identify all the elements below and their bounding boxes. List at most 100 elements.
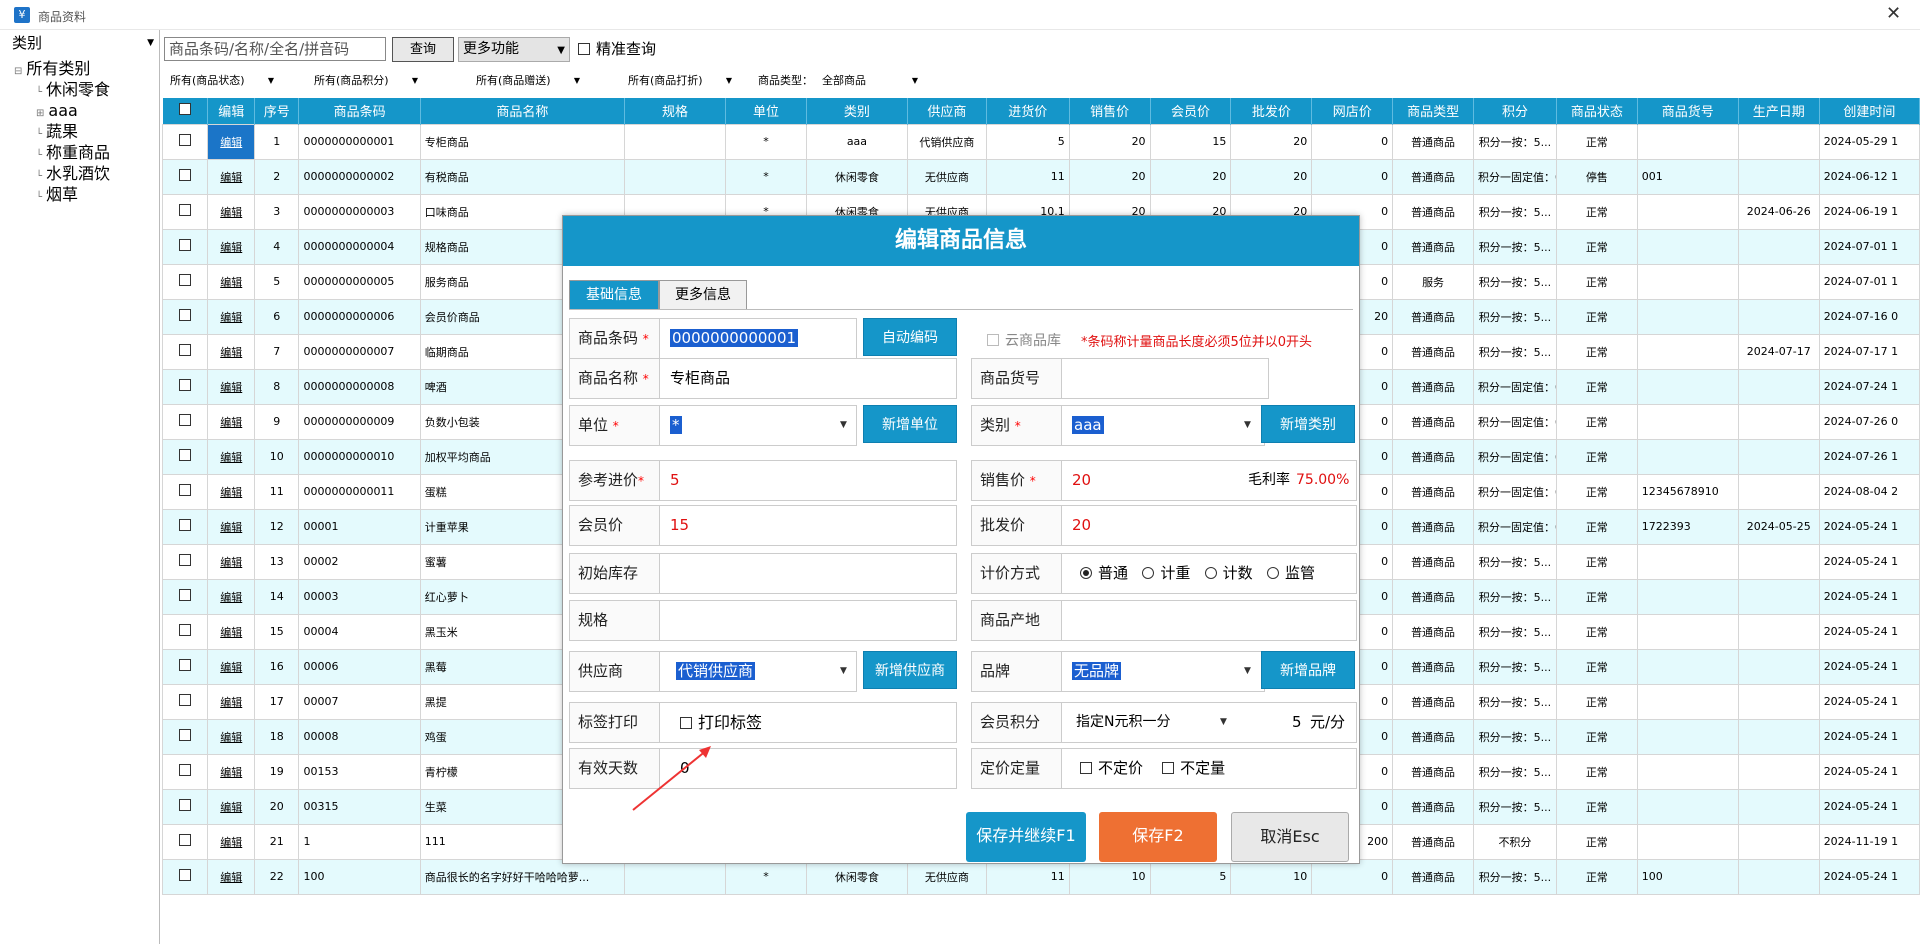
row-checkbox[interactable] — [161, 753, 209, 790]
edit-link[interactable]: 编辑 — [220, 556, 242, 569]
more-functions-select[interactable]: 更多功能 ▼ — [458, 37, 570, 62]
add-unit-button[interactable]: 新增单位 — [863, 405, 957, 443]
edit-link-cell[interactable]: 编辑 — [207, 718, 255, 755]
filter-discount[interactable]: 所有(商品打折) ▼ — [628, 72, 732, 90]
checkbox-box[interactable] — [179, 309, 192, 321]
add-category-button[interactable]: 新增类别 — [1261, 405, 1355, 443]
checkbox-box[interactable] — [179, 344, 192, 356]
radio-icon[interactable] — [1080, 567, 1092, 579]
edit-link-cell[interactable]: 编辑 — [207, 438, 255, 475]
edit-link[interactable]: 编辑 — [220, 661, 242, 674]
column-header[interactable]: 商品类型 — [1392, 98, 1474, 124]
row-checkbox[interactable] — [161, 788, 209, 825]
table-row[interactable]: 编辑 1 0000000000001 专柜商品 * aaa 代销供应商 5 20 15 20 0 普通商… — [161, 123, 1920, 160]
edit-link-cell[interactable]: 编辑 — [207, 788, 255, 825]
unfixed-qty-checkbox[interactable]: 不定量 — [1162, 759, 1225, 777]
radio-icon[interactable] — [1266, 567, 1279, 579]
barcode-input[interactable]: 0000000000001 — [670, 319, 799, 358]
column-header[interactable]: 网店价 — [1311, 98, 1394, 124]
radio-icon[interactable] — [1142, 567, 1155, 579]
edit-link-cell[interactable]: 编辑 — [207, 578, 255, 615]
column-header[interactable]: 单位 — [725, 98, 807, 124]
row-checkbox[interactable] — [161, 158, 209, 195]
filter-points[interactable]: 所有(商品积分) ▼ — [314, 72, 418, 90]
edit-link-cell[interactable]: 编辑 — [207, 473, 255, 510]
radio-icon[interactable] — [1204, 567, 1217, 579]
column-header[interactable]: 创建时间 — [1819, 98, 1920, 124]
column-header[interactable]: 销售价 — [1069, 98, 1151, 124]
edit-link[interactable]: 编辑 — [220, 731, 242, 744]
edit-link[interactable]: 编辑 — [220, 206, 242, 219]
cloud-library-checkbox[interactable]: 云商品库 — [987, 330, 1061, 350]
column-header[interactable]: 类别 — [806, 98, 908, 124]
select-all-checkbox[interactable] — [162, 98, 209, 124]
checkbox-box[interactable] — [179, 449, 192, 461]
edit-link[interactable]: 编辑 — [220, 766, 242, 779]
table-row[interactable]: 编辑 22 100 商品很长的名字好好干哈哈哈萝... * 休闲零食 无供应商 11 10 5 10… — [161, 858, 1920, 895]
edit-link[interactable]: 编辑 — [220, 801, 242, 814]
tree-item[interactable]: └ 休闲零食 — [14, 81, 110, 102]
checkbox-box[interactable] — [179, 379, 192, 391]
column-header[interactable]: 商品名称 — [420, 98, 625, 124]
edit-link[interactable]: 编辑 — [220, 171, 242, 184]
checkbox-box[interactable] — [179, 484, 192, 496]
filter-type[interactable]: 全部商品 ▼ — [822, 72, 918, 90]
edit-link[interactable]: 编辑 — [220, 696, 242, 709]
checkbox-box[interactable] — [179, 204, 192, 216]
edit-link-cell[interactable]: 编辑 — [207, 543, 255, 580]
supplier-select[interactable]: 代销供应商 — [676, 652, 756, 691]
add-brand-button[interactable]: 新增品牌 — [1261, 651, 1355, 689]
tab-basic-info[interactable]: 基础信息 — [569, 280, 659, 310]
edit-link-cell[interactable]: 编辑 — [207, 298, 255, 335]
filter-gift[interactable]: 所有(商品赠送) ▼ — [476, 72, 580, 90]
column-header[interactable]: 生产日期 — [1738, 98, 1820, 124]
add-supplier-button[interactable]: 新增供应商 — [863, 651, 957, 689]
cancel-button[interactable]: 取消Esc — [1231, 812, 1349, 862]
checkbox-box[interactable] — [179, 274, 192, 286]
tree-item[interactable]: └ 称重商品 — [14, 144, 110, 165]
checkbox-box[interactable] — [179, 169, 192, 181]
row-checkbox[interactable] — [161, 858, 209, 895]
edit-link[interactable]: 编辑 — [220, 241, 242, 254]
category-select[interactable]: 类别 ▼ — [0, 32, 160, 54]
price-input[interactable]: 20 — [1072, 461, 1091, 500]
column-header[interactable]: 编辑 — [207, 98, 255, 124]
edit-link-cell[interactable]: 编辑 — [207, 823, 255, 860]
checkbox-box[interactable] — [179, 414, 192, 426]
cost-input[interactable]: 5 — [670, 461, 680, 500]
tab-more-info[interactable]: 更多信息 — [659, 280, 747, 310]
edit-link-cell[interactable]: 编辑 — [207, 403, 255, 440]
edit-link-cell[interactable]: 编辑 — [207, 333, 255, 370]
pricing-option-normal[interactable]: 普通 — [1080, 564, 1128, 582]
edit-link[interactable]: 编辑 — [220, 346, 242, 359]
row-checkbox[interactable] — [161, 228, 209, 265]
row-checkbox[interactable] — [161, 823, 209, 860]
points-value-input[interactable]: 5 — [1292, 703, 1302, 742]
tree-item[interactable]: └ 烟草 — [14, 186, 110, 207]
row-checkbox[interactable] — [161, 368, 209, 405]
column-header[interactable]: 商品条码 — [298, 98, 421, 124]
edit-link-cell[interactable]: 编辑 — [207, 193, 255, 230]
edit-link[interactable]: 编辑 — [220, 521, 242, 534]
pricing-option-count[interactable]: 计数 — [1204, 564, 1253, 582]
brand-select[interactable]: 无品牌 — [1072, 652, 1122, 691]
query-button[interactable]: 查询 — [392, 37, 454, 62]
edit-link[interactable]: 编辑 — [220, 626, 242, 639]
checkbox-box[interactable] — [179, 624, 192, 636]
member-price-input[interactable]: 15 — [670, 506, 689, 545]
edit-link-cell[interactable]: 编辑 — [207, 368, 255, 405]
auto-code-button[interactable]: 自动编码 — [863, 318, 957, 356]
row-checkbox[interactable] — [161, 648, 209, 685]
row-checkbox[interactable] — [161, 543, 209, 580]
edit-link[interactable]: 编辑 — [220, 381, 242, 394]
edit-link-cell[interactable]: 编辑 — [207, 858, 255, 895]
edit-link-cell[interactable]: 编辑 — [207, 123, 255, 160]
points-mode-select[interactable]: 指定N元积一分 — [1076, 703, 1170, 742]
edit-link[interactable]: 编辑 — [220, 486, 242, 499]
edit-link-cell[interactable]: 编辑 — [207, 508, 255, 545]
edit-link[interactable]: 编辑 — [220, 276, 242, 289]
table-row[interactable]: 编辑 2 0000000000002 有税商品 * 休闲零食 无供应商 11 20 20 20 0 普通… — [161, 158, 1920, 195]
tree-item[interactable]: └ 水乳酒饮 — [14, 165, 110, 186]
column-header[interactable]: 商品状态 — [1556, 98, 1638, 124]
edit-link[interactable]: 编辑 — [220, 871, 242, 884]
